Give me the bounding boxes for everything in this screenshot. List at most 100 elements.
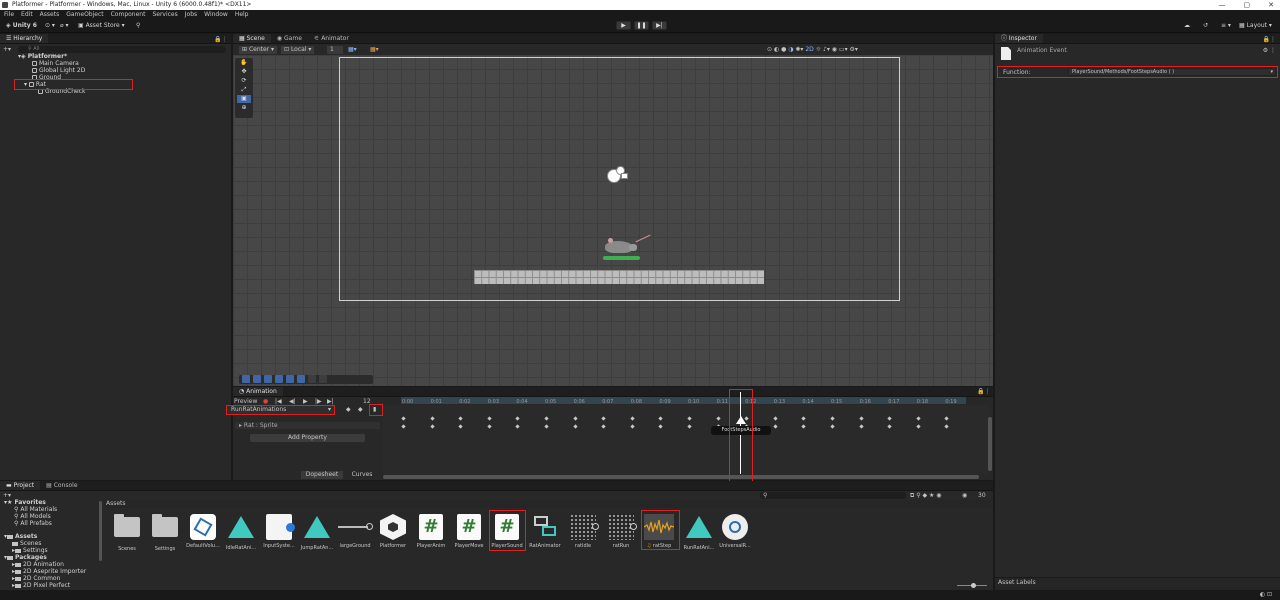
- timeline-scrollbar[interactable]: [383, 475, 979, 479]
- project-tree-scrollbar[interactable]: [99, 501, 102, 561]
- ground-tilemap[interactable]: [474, 270, 764, 284]
- hierarchy-search-input[interactable]: ⚲ All: [18, 46, 226, 53]
- add-keyframe-icon[interactable]: ◆: [346, 406, 351, 413]
- component-menu-icon[interactable]: ⚙ ⋮: [1263, 47, 1276, 54]
- palette-icon[interactable]: [319, 375, 327, 383]
- asset-default-volume[interactable]: DefaultVolu...: [184, 514, 222, 549]
- asset-rat-animator[interactable]: RatAnimator: [526, 514, 564, 549]
- asset-settings[interactable]: Settings: [146, 514, 184, 552]
- maximize-button[interactable]: ▢: [1244, 0, 1251, 10]
- folder-settings[interactable]: ▸ Settings: [12, 547, 48, 554]
- add-event-key-icon[interactable]: ◆: [358, 406, 363, 413]
- menu-assets[interactable]: Assets: [40, 10, 60, 19]
- dopesheet-vscrollbar[interactable]: [988, 417, 992, 471]
- scale-tool-icon[interactable]: ⤢: [237, 86, 251, 94]
- camera-gizmo-icon[interactable]: [605, 165, 629, 185]
- menu-services[interactable]: Services: [152, 10, 177, 19]
- eraser-icon[interactable]: [297, 375, 305, 383]
- rat-sprite[interactable]: [603, 234, 653, 261]
- asset-jump-rat-anim[interactable]: JumpRatAn...: [298, 514, 336, 551]
- tab-console[interactable]: ▤ Console: [40, 481, 83, 490]
- asset-large-ground[interactable]: largeGround: [336, 514, 374, 549]
- step-button[interactable]: ▶|: [652, 21, 667, 30]
- package-2d-aseprite[interactable]: ▸ 2D Aseprite Importer: [12, 568, 86, 575]
- brush-tile-icon[interactable]: [264, 375, 272, 383]
- preview-toggle[interactable]: Preview: [234, 398, 257, 405]
- asset-run-rat-anim[interactable]: RunRatAni...: [680, 514, 718, 551]
- tab-game[interactable]: ◉ Game: [271, 34, 308, 43]
- play-button[interactable]: ▶: [616, 21, 631, 30]
- menu-component[interactable]: Component: [111, 10, 146, 19]
- pivot-dropdown[interactable]: ⊞ Center ▾: [239, 46, 278, 54]
- icon-size-slider[interactable]: [957, 583, 987, 588]
- asset-input-system[interactable]: InputSyste...: [260, 514, 298, 549]
- curves-tab[interactable]: Curves: [345, 471, 379, 479]
- menu-window[interactable]: Window: [204, 10, 228, 19]
- pause-button[interactable]: ❚❚: [634, 21, 649, 30]
- select-tile-icon[interactable]: [242, 375, 250, 383]
- menu-jobs[interactable]: Jobs: [185, 10, 197, 19]
- inspector-lock-icon[interactable]: 🔒⋮: [1263, 36, 1276, 43]
- menu-edit[interactable]: Edit: [21, 10, 33, 19]
- tab-inspector[interactable]: ⓘ Inspector: [995, 34, 1043, 43]
- rotate-tool-icon[interactable]: ⟳: [237, 77, 251, 85]
- cloud-status-icon[interactable]: ⊙ ▾: [45, 22, 55, 30]
- add-object-button[interactable]: +▾: [3, 46, 11, 53]
- space-dropdown[interactable]: ⊡ Local ▾: [281, 46, 315, 54]
- fill-icon[interactable]: [308, 375, 316, 383]
- hand-tool-icon[interactable]: ✋: [237, 59, 251, 67]
- favorite-all-models[interactable]: ⚲ All Models: [14, 513, 51, 520]
- scene-root[interactable]: ▾◈ Platformer*: [0, 53, 230, 60]
- create-button[interactable]: +▾: [3, 492, 11, 499]
- asset-store-button[interactable]: ▣ Asset Store ▾: [78, 22, 125, 30]
- package-2d-common[interactable]: ▸ 2D Common: [12, 575, 60, 582]
- property-row[interactable]: ▸ Rat : Sprite: [235, 422, 380, 429]
- asset-player-anim[interactable]: # PlayerAnim: [412, 514, 450, 549]
- next-key-icon[interactable]: |▶: [315, 398, 322, 405]
- asset-rat-run[interactable]: ratRun: [602, 514, 640, 549]
- folder-scenes[interactable]: Scenes: [12, 540, 41, 547]
- picker-icon[interactable]: [286, 375, 294, 383]
- prev-key-icon[interactable]: ◀|: [289, 398, 296, 405]
- asset-labels-section[interactable]: Asset Labels: [995, 577, 1280, 590]
- hierarchy-item-global-light[interactable]: Global Light 2D: [0, 67, 230, 74]
- first-key-icon[interactable]: |◀: [275, 398, 282, 405]
- move-tile-icon[interactable]: [253, 375, 261, 383]
- history-icon[interactable]: ↺: [1203, 22, 1208, 30]
- tab-project[interactable]: ▬ Project: [0, 481, 41, 490]
- asset-universal-render[interactable]: UniversalR...: [716, 514, 754, 549]
- project-search-input[interactable]: ⚲: [760, 492, 906, 499]
- tab-animation[interactable]: ◔ Animation: [233, 387, 283, 396]
- tab-animator[interactable]: ⚟ Animator: [308, 34, 355, 43]
- dopesheet-area[interactable]: [383, 405, 990, 475]
- collab-cloud-icon[interactable]: ☁: [1184, 22, 1190, 30]
- last-key-icon[interactable]: ▶|: [327, 398, 334, 405]
- asset-scenes[interactable]: Scenes: [108, 514, 146, 552]
- version-control-icon[interactable]: ⌀ ▾: [60, 22, 69, 30]
- favorite-all-materials[interactable]: ⚲ All Materials: [14, 506, 57, 513]
- animation-lock-icon[interactable]: 🔒⋮: [977, 388, 990, 395]
- menu-file[interactable]: File: [4, 10, 14, 19]
- asset-rat-idle[interactable]: ratIdle: [564, 514, 602, 549]
- project-filter-icons[interactable]: ⧉ ⚲ ◆ ★ ◉: [910, 492, 942, 500]
- rect-tool-icon[interactable]: ▣: [237, 95, 251, 103]
- tab-hierarchy[interactable]: ☰ Hierarchy: [0, 34, 49, 43]
- scene-view-options[interactable]: ⊙ ◐ ● ◑ ✺▾ 2D ☼ ♪▾ ◉ ▭▾ ⚙▾: [767, 46, 858, 53]
- asset-idle-rat-anim[interactable]: IdleRatAni...: [222, 514, 260, 551]
- box-fill-icon[interactable]: [275, 375, 283, 383]
- timeline-ruler[interactable]: [401, 397, 966, 404]
- close-button[interactable]: ✕: [1268, 0, 1274, 10]
- breadcrumb-assets[interactable]: Assets: [106, 500, 126, 507]
- grid-toggle-icon[interactable]: ▦▾: [348, 46, 357, 53]
- scene-canvas[interactable]: ✋ ✥ ⟳ ⤢ ▣ ⊕: [233, 55, 993, 386]
- hierarchy-options-icon[interactable]: 🔒⋮: [214, 36, 227, 43]
- package-2d-animation[interactable]: ▸ 2D Animation: [12, 561, 64, 568]
- snap-toggle-icon[interactable]: ▦▾: [370, 46, 379, 53]
- layers-icon[interactable]: ≡ ▾: [1221, 22, 1231, 30]
- transform-tool-icon[interactable]: ⊕: [237, 104, 251, 112]
- assets-root[interactable]: ▾ Assets: [4, 533, 37, 540]
- account-button[interactable]: ◈ Unity 6: [6, 22, 37, 30]
- record-icon[interactable]: ●: [263, 398, 268, 405]
- menu-help[interactable]: Help: [235, 10, 249, 19]
- hierarchy-item-main-camera[interactable]: Main Camera: [0, 60, 230, 67]
